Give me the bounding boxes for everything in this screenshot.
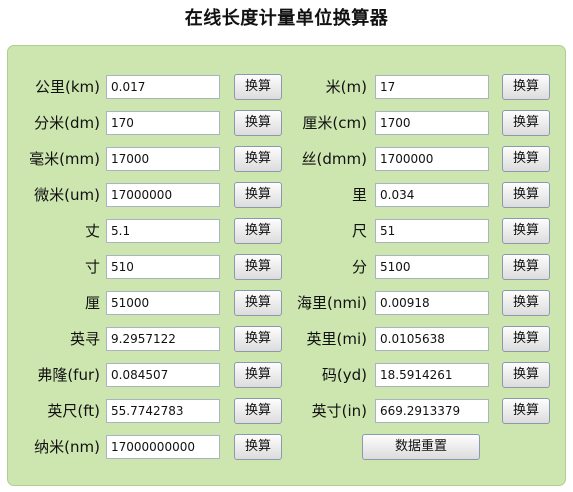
convert-button-nm[interactable]: 换算 <box>234 434 282 460</box>
convert-button-mi[interactable]: 换算 <box>502 326 550 352</box>
input-nm[interactable]: 17000000000 <box>106 435 220 459</box>
unit-row: 微米(um) 17000000 换算 里 0.034 换算 <box>8 177 567 213</box>
convert-button-cm[interactable]: 换算 <box>502 110 550 136</box>
unit-label-mi: 英里(mi) <box>306 330 367 348</box>
unit-label-yd: 码(yd) <box>321 366 367 384</box>
input-cm[interactable]: 1700 <box>375 111 489 135</box>
input-chi[interactable]: 51 <box>375 219 489 243</box>
convert-button-m[interactable]: 换算 <box>502 74 550 100</box>
input-dmm[interactable]: 1700000 <box>375 147 489 171</box>
unit-label-km: 公里(km) <box>34 78 100 96</box>
input-yd[interactable]: 18.5914261 <box>375 363 489 387</box>
input-um[interactable]: 17000000 <box>106 183 220 207</box>
unit-row: 公里(km) 0.017 换算 米(m) 17 换算 <box>8 69 567 105</box>
unit-label-cun: 寸 <box>84 258 100 276</box>
page-title: 在线长度计量单位换算器 <box>184 8 389 29</box>
input-m[interactable]: 17 <box>375 75 489 99</box>
unit-row: 丈 5.1 换算 尺 51 换算 <box>8 213 567 249</box>
convert-button-chi[interactable]: 换算 <box>502 218 550 244</box>
input-fathom[interactable]: 9.2957122 <box>106 327 220 351</box>
input-dm[interactable]: 170 <box>106 111 220 135</box>
unit-row: 寸 510 换算 分 5100 换算 <box>8 249 567 285</box>
unit-label-m: 米(m) <box>325 78 367 96</box>
unit-label-cm: 厘米(cm) <box>302 114 367 132</box>
input-li-small[interactable]: 51000 <box>106 291 220 315</box>
unit-label-in: 英寸(in) <box>311 402 367 420</box>
unit-row: 英寻 9.2957122 换算 英里(mi) 0.0105638 换算 <box>8 321 567 357</box>
unit-label-mm: 毫米(mm) <box>29 150 100 168</box>
unit-label-fur: 弗隆(fur) <box>37 366 100 384</box>
unit-row: 英尺(ft) 55.7742783 换算 英寸(in) 669.2913379 … <box>8 393 567 429</box>
unit-label-nmi: 海里(nmi) <box>297 294 367 312</box>
unit-row: 分米(dm) 170 换算 厘米(cm) 1700 换算 <box>8 105 567 141</box>
input-fen[interactable]: 5100 <box>375 255 489 279</box>
input-li[interactable]: 0.034 <box>375 183 489 207</box>
unit-label-dm: 分米(dm) <box>34 114 100 132</box>
input-in[interactable]: 669.2913379 <box>375 399 489 423</box>
unit-label-li: 里 <box>351 186 367 204</box>
unit-label-dmm: 丝(dmm) <box>301 150 367 168</box>
convert-button-li[interactable]: 换算 <box>502 182 550 208</box>
unit-label-um: 微米(um) <box>34 186 100 204</box>
convert-button-nmi[interactable]: 换算 <box>502 290 550 316</box>
unit-label-zhang: 丈 <box>84 222 100 240</box>
input-cun[interactable]: 510 <box>106 255 220 279</box>
convert-button-dmm[interactable]: 换算 <box>502 146 550 172</box>
unit-row: 厘 51000 换算 海里(nmi) 0.00918 换算 <box>8 285 567 321</box>
convert-button-yd[interactable]: 换算 <box>502 362 550 388</box>
convert-button-fen[interactable]: 换算 <box>502 254 550 280</box>
input-nmi[interactable]: 0.00918 <box>375 291 489 315</box>
input-ft[interactable]: 55.7742783 <box>106 399 220 423</box>
unit-row: 毫米(mm) 17000 换算 丝(dmm) 1700000 换算 <box>8 141 567 177</box>
unit-label-nm: 纳米(nm) <box>34 438 100 456</box>
reset-button[interactable]: 数据重置 <box>362 434 480 460</box>
unit-label-ft: 英尺(ft) <box>47 402 100 420</box>
unit-label-fen: 分 <box>351 258 367 276</box>
unit-label-fathom: 英寻 <box>69 330 100 348</box>
unit-row: 弗隆(fur) 0.084507 换算 码(yd) 18.5914261 换算 <box>8 357 567 393</box>
input-zhang[interactable]: 5.1 <box>106 219 220 243</box>
input-fur[interactable]: 0.084507 <box>106 363 220 387</box>
unit-label-chi: 尺 <box>351 222 367 240</box>
unit-row: 纳米(nm) 17000000000 换算 数据重置 <box>8 429 567 465</box>
convert-button-in[interactable]: 换算 <box>502 398 550 424</box>
unit-label-li-small: 厘 <box>84 294 100 312</box>
converter-panel: 公里(km) 0.017 换算 米(m) 17 换算 分米(dm) 170 换算… <box>7 45 566 486</box>
input-km[interactable]: 0.017 <box>106 75 220 99</box>
input-mi[interactable]: 0.0105638 <box>375 327 489 351</box>
input-mm[interactable]: 17000 <box>106 147 220 171</box>
